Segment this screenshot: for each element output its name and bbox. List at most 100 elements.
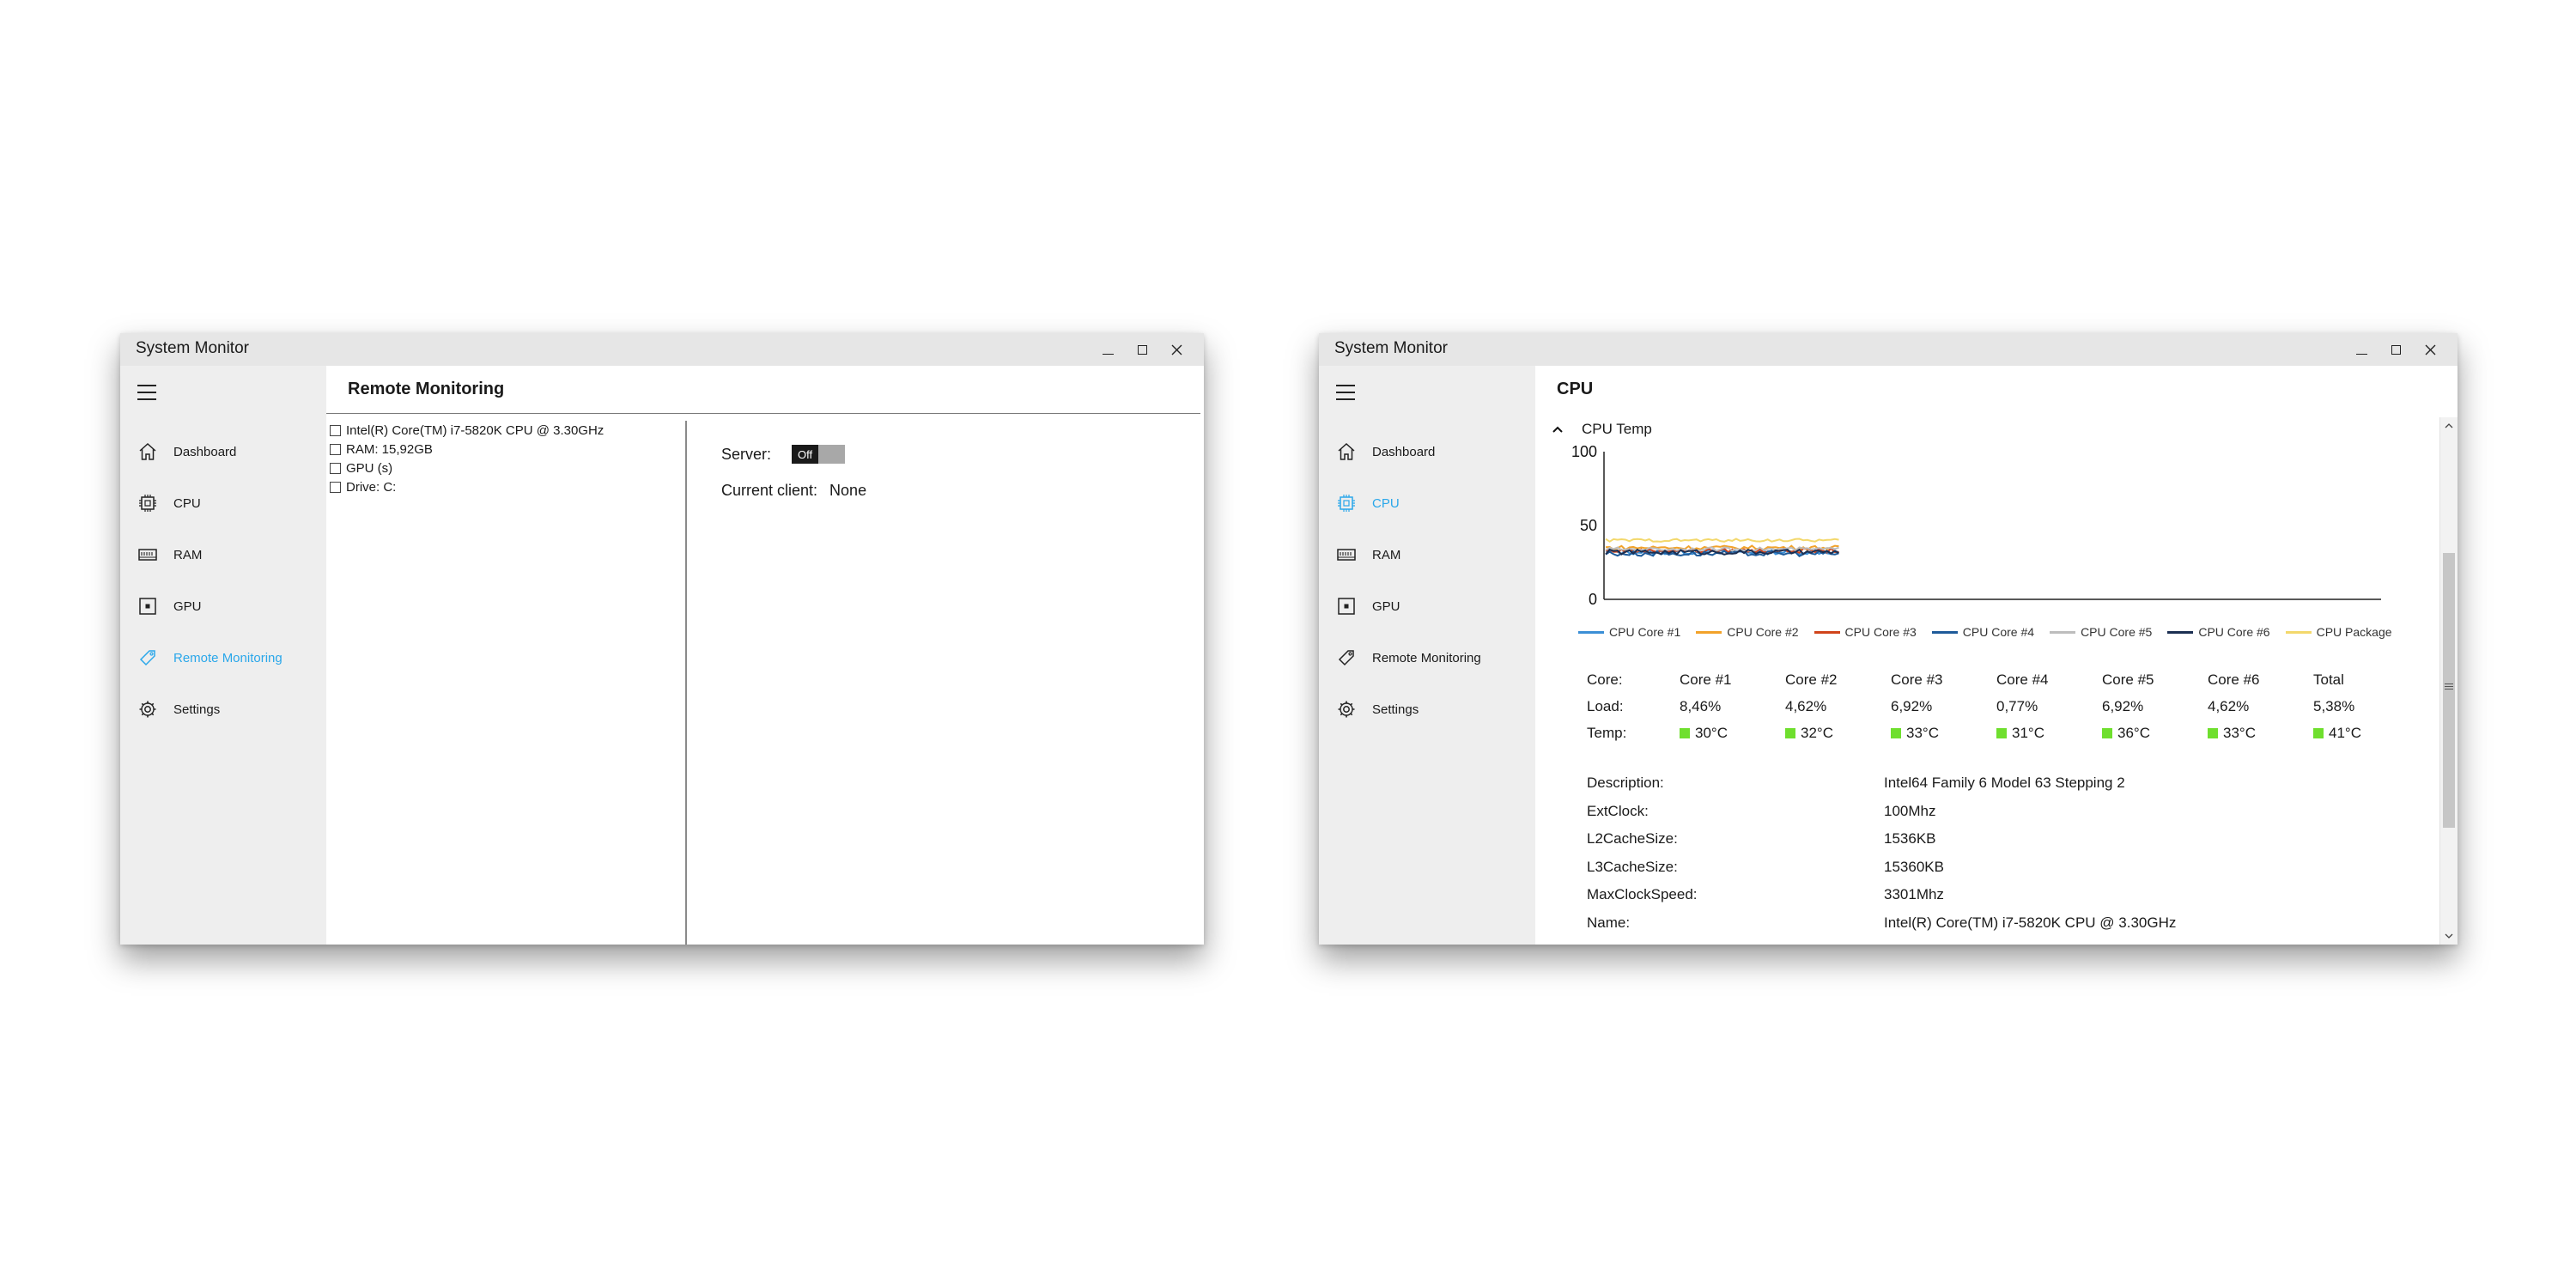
- table-header: Core:: [1587, 671, 1623, 688]
- detail-value: Intel64 Family 6 Model 63 Stepping 2: [1884, 775, 2125, 792]
- temp-value: 30°C: [1695, 724, 1728, 741]
- detail-row: ExtClock: 100Mhz: [1587, 798, 2176, 826]
- server-toggle[interactable]: Off: [792, 445, 846, 464]
- sidebar-item-ram[interactable]: RAM: [120, 529, 326, 580]
- gpu-icon: [137, 596, 158, 617]
- gpu-icon: [1336, 596, 1357, 617]
- legend-item: CPU Core #3: [1814, 625, 1917, 639]
- sidebar: Dashboard CPU RAM GPU Remote Monitoring …: [1319, 366, 1535, 945]
- sidebar-item-gpu[interactable]: GPU: [1319, 580, 1535, 632]
- detail-value: 3301Mhz: [1884, 886, 1944, 903]
- cpu-icon: [1336, 493, 1357, 513]
- hamburger-menu-icon[interactable]: [137, 385, 156, 400]
- row-label: Load:: [1587, 697, 1624, 714]
- sidebar-item-dashboard[interactable]: Dashboard: [1319, 426, 1535, 477]
- cpu-details-table: Description: Intel64 Family 6 Model 63 St…: [1587, 769, 2176, 937]
- minimize-icon: [1102, 353, 1114, 355]
- page-title: Remote Monitoring: [348, 380, 505, 398]
- page-title: CPU: [1557, 380, 1594, 398]
- detail-value: 15360KB: [1884, 858, 1944, 875]
- maximize-button[interactable]: [1127, 337, 1157, 362]
- detail-row: Name: Intel(R) Core(TM) i7-5820K CPU @ 3.…: [1587, 909, 2176, 938]
- cpu-temp-expander[interactable]: CPU Temp: [1549, 421, 1652, 438]
- sidebar-item-dashboard[interactable]: Dashboard: [120, 426, 326, 477]
- device-checkbox[interactable]: [330, 481, 341, 493]
- sidebar-item-cpu[interactable]: CPU: [120, 477, 326, 529]
- device-checkbox[interactable]: [330, 443, 341, 455]
- scroll-up-button[interactable]: [2440, 417, 2458, 434]
- temp-indicator: [1680, 727, 1690, 738]
- server-panel: Server: Off Current client: None: [721, 436, 866, 508]
- temp-cell: 31°C: [1996, 725, 2102, 742]
- sidebar-item-settings[interactable]: Settings: [1319, 683, 1535, 735]
- sidebar-item-settings[interactable]: Settings: [120, 683, 326, 735]
- sidebar-item-label: Dashboard: [173, 444, 237, 459]
- scroll-down-button[interactable]: [2440, 927, 2458, 945]
- legend-item: CPU Core #6: [2167, 625, 2270, 639]
- y-tick-label: 50: [1580, 517, 1597, 534]
- temp-value: 32°C: [1801, 724, 1833, 741]
- temp-indicator: [1996, 727, 2007, 738]
- device-label: RAM: 15,92GB: [346, 441, 433, 457]
- gear-icon: [137, 699, 158, 720]
- temp-cell: 30°C: [1680, 725, 1785, 742]
- close-button[interactable]: [1161, 337, 1192, 362]
- device-item[interactable]: Drive: C:: [330, 477, 685, 496]
- detail-value: Intel(R) Core(TM) i7-5820K CPU @ 3.30GHz: [1884, 914, 2177, 931]
- minimize-button[interactable]: [1092, 337, 1123, 362]
- minimize-button[interactable]: [2346, 337, 2377, 362]
- sidebar-item-gpu[interactable]: GPU: [120, 580, 326, 632]
- table-header: Core #5: [2102, 671, 2154, 688]
- y-tick-label: 0: [1589, 591, 1597, 608]
- table-header: Core #3: [1891, 671, 1943, 688]
- sidebar-item-label: CPU: [1372, 495, 1400, 511]
- sidebar-item-remote-monitoring[interactable]: Remote Monitoring: [120, 632, 326, 683]
- maximize-button[interactable]: [2380, 337, 2411, 362]
- device-item[interactable]: Intel(R) Core(TM) i7-5820K CPU @ 3.30GHz: [330, 421, 685, 440]
- cpu-icon: [137, 493, 158, 513]
- table-header: Core #4: [1996, 671, 2049, 688]
- detail-key: ExtClock:: [1587, 802, 1649, 819]
- legend-item: CPU Package: [2285, 625, 2392, 639]
- detail-key: Description:: [1587, 775, 1664, 792]
- device-label: GPU (s): [346, 460, 393, 476]
- device-item[interactable]: RAM: 15,92GB: [330, 440, 685, 459]
- hamburger-menu-icon[interactable]: [1336, 385, 1355, 400]
- device-list: Intel(R) Core(TM) i7-5820K CPU @ 3.30GHz…: [330, 421, 687, 945]
- load-value: 6,92%: [1891, 697, 1933, 714]
- vertical-scrollbar[interactable]: [2439, 417, 2458, 945]
- table-header: Core #6: [2208, 671, 2260, 688]
- titlebar[interactable]: System Monitor: [1319, 333, 2458, 366]
- detail-value: 100Mhz: [1884, 802, 1936, 819]
- sidebar-item-ram[interactable]: RAM: [1319, 529, 1535, 580]
- legend-item: CPU Core #1: [1578, 625, 1680, 639]
- server-row: Server: Off: [721, 436, 866, 472]
- detail-row: MaxClockSpeed: 3301Mhz: [1587, 881, 2176, 909]
- sidebar-item-label: Settings: [173, 702, 221, 717]
- chart-legend: CPU Core #1 CPU Core #2 CPU Core #3 CPU …: [1578, 625, 2392, 639]
- close-button[interactable]: [2415, 337, 2445, 362]
- sidebar-item-label: Dashboard: [1372, 444, 1436, 459]
- device-checkbox[interactable]: [330, 462, 341, 474]
- temp-indicator: [1785, 727, 1795, 738]
- home-icon: [137, 441, 158, 462]
- legend-label: CPU Core #3: [1844, 625, 1917, 639]
- sidebar-item-cpu[interactable]: CPU: [1319, 477, 1535, 529]
- detail-value: 1536KB: [1884, 830, 1936, 848]
- ram-icon: [137, 544, 158, 565]
- device-item[interactable]: GPU (s): [330, 459, 685, 477]
- titlebar[interactable]: System Monitor: [120, 333, 1204, 366]
- load-value: 8,46%: [1680, 697, 1722, 714]
- table-row: Core: Core #1 Core #2 Core #3 Core #4 Co…: [1587, 666, 2419, 693]
- temp-value: 31°C: [2012, 724, 2044, 741]
- table-header: Core #1: [1680, 671, 1732, 688]
- sidebar-item-remote-monitoring[interactable]: Remote Monitoring: [1319, 632, 1535, 683]
- legend-item: CPU Core #4: [1931, 625, 2034, 639]
- cpu-temp-chart: 100 50 0: [1571, 443, 2381, 608]
- series-group: [1605, 538, 1839, 558]
- sidebar-item-label: Remote Monitoring: [1372, 650, 1481, 665]
- device-checkbox[interactable]: [330, 424, 341, 436]
- table-row: Temp: 30°C 32°C 33°C 31°C 36°C 33°C 41°C: [1587, 720, 2419, 746]
- temp-value: 41°C: [2329, 724, 2361, 741]
- detail-row: L3CacheSize: 15360KB: [1587, 854, 2176, 882]
